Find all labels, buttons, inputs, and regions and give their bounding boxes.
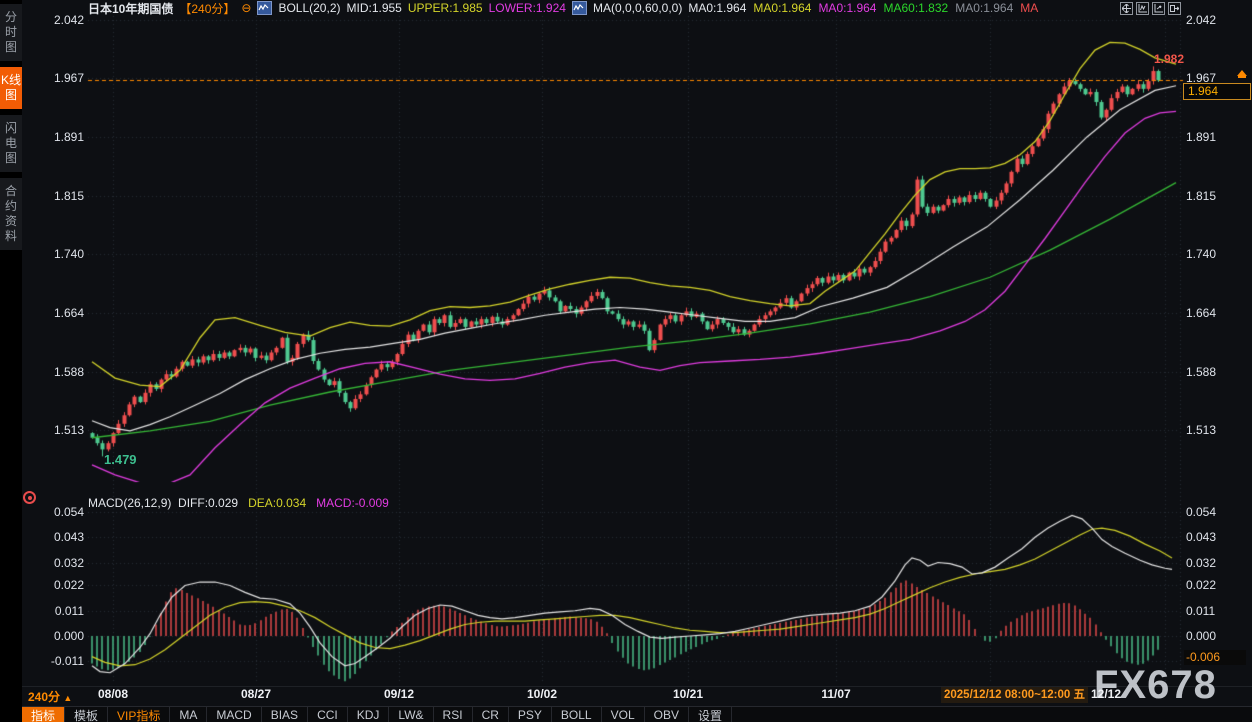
price-tick-right: 1.891 bbox=[1186, 130, 1216, 144]
sidebar-tab-1[interactable]: K线图 bbox=[0, 67, 22, 109]
macd-tick-left: 0.022 bbox=[34, 578, 84, 592]
watermark: FX678 bbox=[1094, 662, 1217, 708]
low-price-annotation: 1.479 bbox=[104, 452, 137, 467]
ma-value-label-0: MA0:1.964 bbox=[688, 1, 746, 15]
last-price-tag: 1.964 bbox=[1183, 83, 1251, 100]
macd-tick-right: 0.022 bbox=[1186, 578, 1216, 592]
macd-tick-right: 0.000 bbox=[1186, 629, 1216, 643]
app-window: 分时图 K线图闪电图合约资料 日本10年期国债 【240分】 ⊖ BOLL(20,… bbox=[0, 0, 1252, 722]
toolbar-item-13[interactable]: VOL bbox=[602, 707, 645, 722]
high-price-annotation: 1.982 bbox=[1154, 52, 1184, 66]
macd-tick-left: 0.043 bbox=[34, 530, 84, 544]
period-badge[interactable]: 【240分】 bbox=[179, 0, 235, 17]
toolbar-item-1[interactable]: 模板 bbox=[65, 707, 108, 722]
price-tick-right: 1.588 bbox=[1186, 365, 1216, 379]
toolbar-item-8[interactable]: LW& bbox=[389, 707, 433, 722]
macd-tick-left: 0.011 bbox=[34, 604, 84, 618]
price-tick-left: 2.042 bbox=[34, 13, 84, 27]
chart-header: 日本10年期国债 【240分】 ⊖ BOLL(20,2) MID:1.955 U… bbox=[88, 1, 1038, 15]
toolbar-item-12[interactable]: BOLL bbox=[552, 707, 602, 722]
price-tick-right: 1.513 bbox=[1186, 423, 1216, 437]
ma-value-label-3: MA60:1.832 bbox=[883, 1, 948, 15]
boll-upper-label: UPPER:1.985 bbox=[408, 1, 483, 15]
date-tick-12-12: 12/12 bbox=[1091, 687, 1121, 701]
window-controls bbox=[1120, 2, 1181, 15]
date-tick-11-07: 11/07 bbox=[821, 687, 850, 701]
price-tick-right: 1.664 bbox=[1186, 306, 1216, 320]
price-tick-left: 1.513 bbox=[34, 423, 84, 437]
price-tick-left: 1.588 bbox=[34, 365, 84, 379]
ma-values: MA0:1.964 MA0:1.964 MA0:1.964 MA60:1.832 MA0… bbox=[688, 1, 1038, 15]
toolbar-item-15[interactable]: 设置 bbox=[689, 707, 732, 722]
sidebar-tab-3[interactable]: 合约资料 bbox=[0, 178, 22, 250]
toolbar-item-0[interactable]: 指标 bbox=[22, 707, 65, 722]
period-selector[interactable]: 240分 ▲ bbox=[28, 688, 72, 705]
macd-tick-left: 0.000 bbox=[34, 629, 84, 643]
sidebar-tab-0[interactable]: 分时图 bbox=[0, 4, 22, 61]
toolbar-item-6[interactable]: CCI bbox=[308, 707, 348, 722]
toolbar-item-11[interactable]: PSY bbox=[509, 707, 552, 722]
macd-tick-right: 0.011 bbox=[1186, 604, 1215, 618]
date-tick-09-12: 09/12 bbox=[384, 687, 414, 701]
date-tick-10-02: 10/02 bbox=[527, 687, 557, 701]
chart-canvas[interactable] bbox=[0, 0, 1252, 686]
sidebar-tab-2[interactable]: 闪电图 bbox=[0, 115, 22, 172]
boll-indicator-icon[interactable] bbox=[257, 1, 272, 15]
toolbar-item-14[interactable]: OBV bbox=[645, 707, 689, 722]
price-tick-right: 1.815 bbox=[1186, 189, 1216, 203]
toolbar-item-10[interactable]: CR bbox=[473, 707, 509, 722]
toolbar-item-5[interactable]: BIAS bbox=[262, 707, 308, 722]
move-icon[interactable] bbox=[1120, 2, 1133, 15]
price-tick-left: 1.967 bbox=[34, 71, 84, 85]
date-tick-10-21: 10/21 bbox=[673, 687, 703, 701]
macd-tick-left: -0.011 bbox=[34, 654, 84, 668]
macd-title: MACD(26,12,9) DIFF:0.029 bbox=[88, 496, 238, 510]
macd-macd-label: MACD:-0.009 bbox=[316, 496, 389, 510]
period-arrow-icon: ▲ bbox=[63, 693, 72, 703]
axis-scale-right-icon[interactable] bbox=[1152, 2, 1165, 15]
ma-value-label-2: MA0:1.964 bbox=[818, 1, 876, 15]
date-tick-08-27: 08/27 bbox=[241, 687, 271, 701]
ma-value-label-4: MA0:1.964 bbox=[955, 1, 1013, 15]
axis-scale-left-icon[interactable] bbox=[1136, 2, 1149, 15]
price-tick-left: 1.740 bbox=[34, 247, 84, 261]
macd-tick-right: 0.054 bbox=[1186, 505, 1216, 519]
date-tick-08-08: 08/08 bbox=[98, 687, 128, 701]
macd-tick-left: 0.032 bbox=[34, 556, 84, 570]
indicator-toolbar: 指标模板VIP指标MAMACDBIASCCIKDJLW&RSICRPSYBOLL… bbox=[22, 706, 1252, 722]
ma-value-label-5: MA bbox=[1020, 1, 1038, 15]
price-tick-left: 1.891 bbox=[34, 130, 84, 144]
toolbar-item-3[interactable]: MA bbox=[170, 707, 207, 722]
ma-name-label: MA(0,0,0,60,0,0) bbox=[593, 1, 682, 15]
toolbar-item-2[interactable]: VIP指标 bbox=[108, 707, 170, 722]
price-tick-right: 1.740 bbox=[1186, 247, 1216, 261]
price-tick-left: 1.815 bbox=[34, 189, 84, 203]
toolbar-item-9[interactable]: RSI bbox=[434, 707, 473, 722]
boll-lower-label: LOWER:1.924 bbox=[489, 1, 566, 15]
price-tick-right: 2.042 bbox=[1186, 13, 1216, 27]
collapse-indicator-icon[interactable]: ⊖ bbox=[241, 2, 251, 14]
ma-indicator-icon[interactable] bbox=[572, 1, 587, 15]
symbol-title: 日本10年期国债 bbox=[88, 0, 173, 17]
macd-tick-right: 0.043 bbox=[1186, 530, 1216, 544]
current-bar-info: 2025/12/12 08:00~12:00 五 bbox=[941, 687, 1088, 703]
macd-tick-right: 0.032 bbox=[1186, 556, 1216, 570]
toolbar-item-4[interactable]: MACD bbox=[207, 707, 261, 722]
macd-header: MACD(26,12,9) DIFF:0.029 DEA:0.034 MACD:… bbox=[88, 496, 389, 510]
macd-dea-label: DEA:0.034 bbox=[248, 496, 306, 510]
macd-tick-left: 0.054 bbox=[34, 505, 84, 519]
toolbar-item-7[interactable]: KDJ bbox=[348, 707, 390, 722]
sidebar: 分时图 K线图闪电图合约资料 bbox=[0, 0, 22, 722]
indicator-target-icon[interactable] bbox=[23, 491, 36, 504]
ma-value-label-1: MA0:1.964 bbox=[753, 1, 811, 15]
price-up-arrow-icon bbox=[1237, 70, 1247, 76]
boll-mid-label: MID:1.955 bbox=[347, 1, 402, 15]
boll-name-label: BOLL(20,2) bbox=[278, 1, 340, 15]
macd-last-value-tag: -0.006 bbox=[1184, 650, 1246, 665]
collapse-panel-icon[interactable] bbox=[1168, 2, 1181, 15]
price-tick-left: 1.664 bbox=[34, 306, 84, 320]
